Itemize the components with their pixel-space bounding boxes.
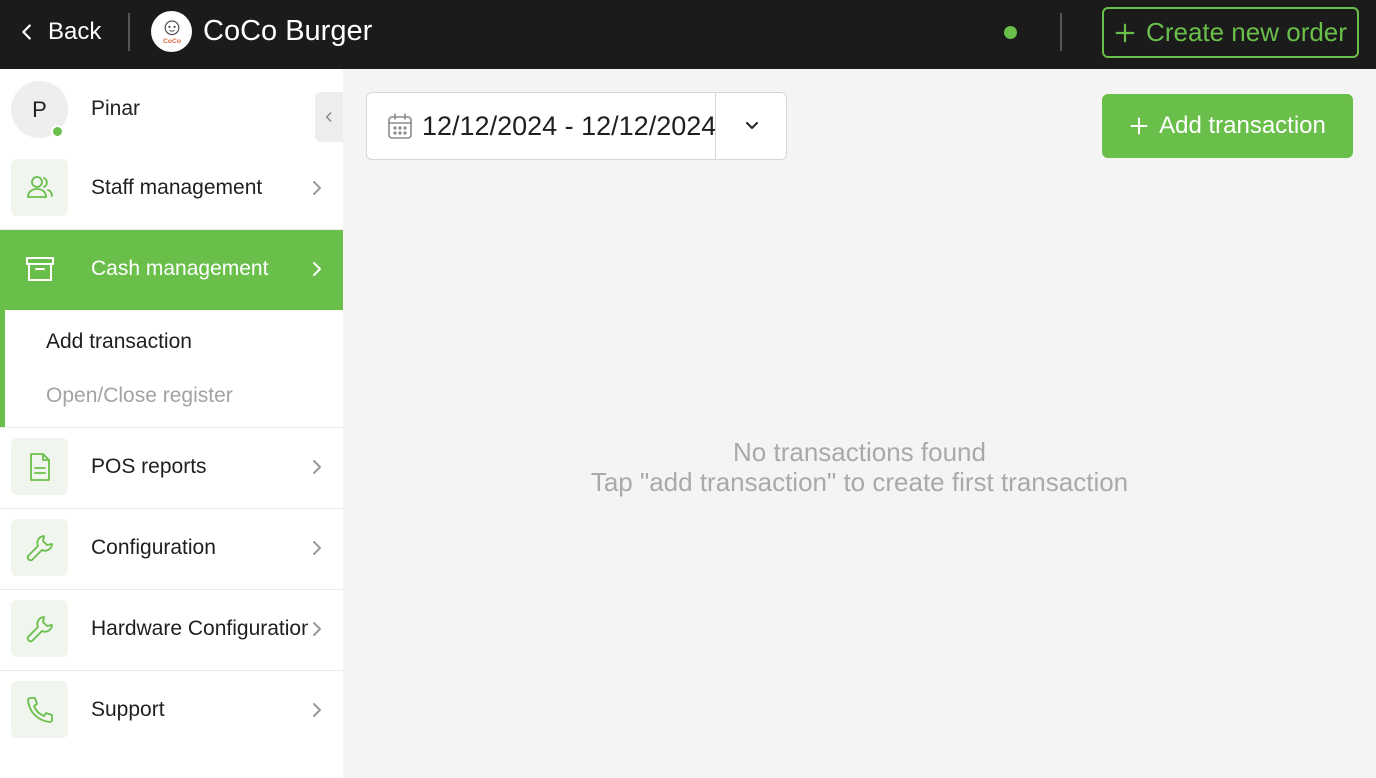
online-status-dot [51, 125, 64, 138]
submenu-item-add-transaction[interactable]: Add transaction [46, 330, 192, 354]
chevron-right-icon [313, 703, 321, 717]
connection-status-dot [1004, 26, 1017, 39]
divider [1060, 13, 1062, 51]
sidebar-item-label: Cash management [91, 257, 269, 280]
date-range-value: 12/12/2024 - 12/12/2024 [422, 111, 717, 141]
sidebar-item-staff-management[interactable]: Staff management [0, 149, 343, 229]
app-logo: CoCo [151, 11, 192, 52]
chevron-down-icon [745, 122, 758, 129]
sidebar-item-label: POS reports [91, 455, 207, 478]
staff-icon [26, 175, 53, 198]
document-icon [29, 452, 50, 481]
date-range-picker[interactable]: 12/12/2024 - 12/12/2024 [366, 92, 787, 160]
chevron-right-icon [313, 622, 321, 636]
archive-box-icon [25, 256, 54, 281]
plus-icon [1115, 23, 1135, 42]
create-order-label: Create new order [1146, 17, 1347, 47]
chevron-left-icon [22, 24, 31, 40]
calendar-icon [388, 113, 412, 139]
wrench-icon [26, 615, 53, 642]
sidebar-item-configuration[interactable]: Configuration [0, 509, 343, 589]
plus-icon [1130, 117, 1148, 135]
user-name: Pinar [91, 97, 141, 120]
top-bar: Back CoCo CoCo Burger Create new order [0, 0, 1376, 69]
wrench-icon [26, 534, 53, 561]
svg-text:CoCo: CoCo [162, 38, 180, 45]
chevron-right-icon [313, 541, 321, 555]
sidebar-item-cash-management[interactable]: Cash management [0, 230, 343, 310]
sidebar-item-support[interactable]: Support [0, 671, 343, 751]
sidebar-item-pos-reports[interactable]: POS reports [0, 428, 343, 508]
add-transaction-label: Add transaction [1159, 112, 1326, 139]
app-title: CoCo Burger [203, 15, 373, 47]
divider [128, 13, 130, 51]
back-button[interactable]: Back [16, 14, 101, 50]
sidebar-item-label: Staff management [91, 176, 263, 199]
back-label: Back [48, 18, 102, 45]
logo-mascot-icon: CoCo [162, 19, 181, 45]
sidebar-item-label: Support [91, 698, 165, 721]
chevron-right-icon [313, 460, 321, 474]
avatar-initial: P [32, 96, 47, 122]
empty-state: No transactions found Tap "add transacti… [343, 437, 1376, 497]
empty-state-title: No transactions found [733, 437, 986, 467]
phone-icon [26, 696, 53, 723]
user-profile[interactable]: P Pinar [0, 69, 343, 149]
sidebar-item-hardware-configuration[interactable]: Hardware Configuration [0, 590, 343, 670]
cash-management-submenu: Add transaction Open/Close register [0, 310, 343, 427]
chevron-right-icon [313, 262, 321, 276]
chevron-left-icon [325, 112, 332, 122]
date-range-dropdown-button[interactable] [715, 93, 787, 159]
collapse-sidebar-button[interactable] [315, 92, 343, 142]
sidebar: P Pinar Staff management Cash management… [0, 69, 343, 778]
submenu-item-open-close-register[interactable]: Open/Close register [46, 384, 233, 408]
create-new-order-button[interactable]: Create new order [1102, 7, 1359, 58]
empty-state-subtitle: Tap "add transaction" to create first tr… [590, 467, 1129, 497]
sidebar-item-label: Hardware Configuration [91, 617, 308, 640]
add-transaction-button[interactable]: Add transaction [1102, 94, 1353, 158]
chevron-right-icon [313, 181, 321, 195]
sidebar-item-label: Configuration [91, 536, 216, 559]
